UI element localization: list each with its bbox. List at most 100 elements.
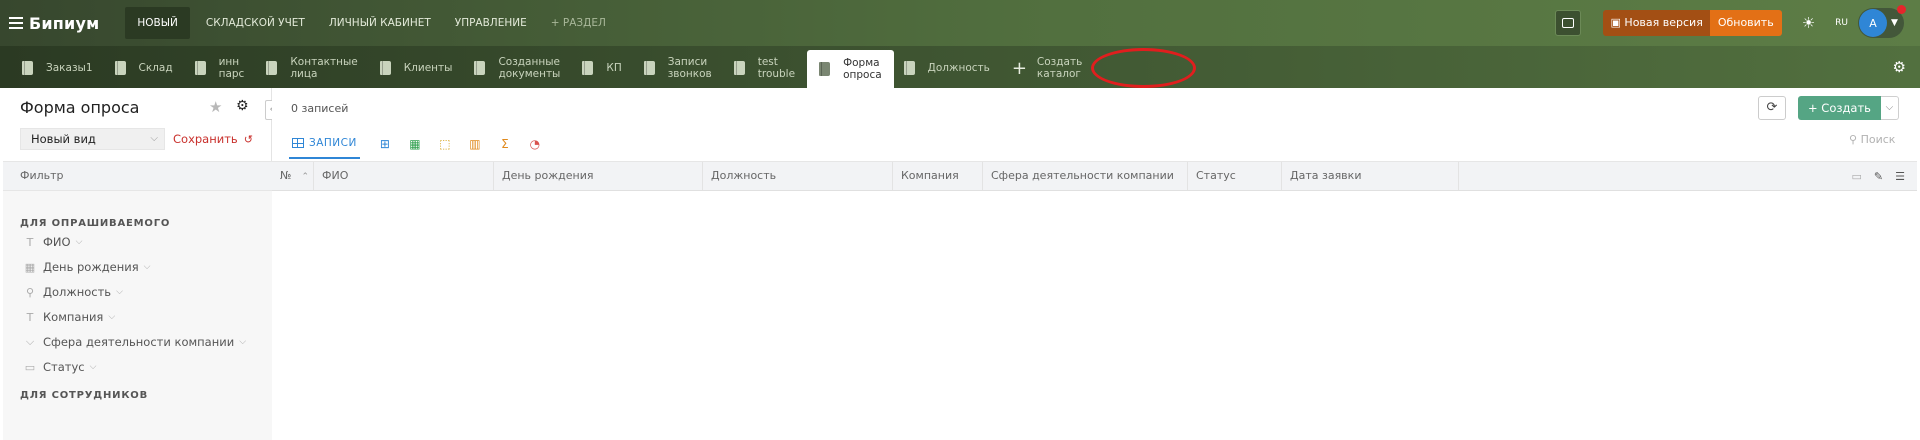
nav-item-management[interactable]: УПРАВЛЕНИЕ — [443, 7, 539, 39]
section-heading-employees: ДЛЯ СОТРУДНИКОВ — [20, 390, 149, 401]
tab-orders1[interactable]: Заказы1 — [12, 48, 105, 88]
notification-dot — [1897, 5, 1906, 14]
add-section-button[interactable]: + РАЗДЕЛ — [539, 7, 618, 39]
comment-icon[interactable]: ▭ — [1852, 170, 1862, 183]
user-menu[interactable]: A ▼ — [1858, 5, 1906, 38]
chevron-down-icon: ⌵ — [89, 362, 97, 372]
table-tools: ▭ ✎ ☰ — [1852, 170, 1906, 183]
tab-survey-form[interactable]: Форма опроса — [807, 50, 894, 88]
update-button[interactable]: Обновить — [1709, 10, 1782, 36]
sort-asc-icon[interactable]: ⌃ — [301, 172, 309, 182]
save-view-button[interactable]: Сохранить ↺ — [173, 128, 253, 151]
filter-item-position[interactable]: ⚲ Должность ⌵ — [23, 285, 123, 299]
column-header-company[interactable]: Компания — [893, 162, 983, 190]
catalog-icon — [474, 61, 486, 75]
settings-gear-icon[interactable]: ⚙ — [236, 98, 249, 114]
history-view-icon[interactable]: ◔ — [528, 137, 542, 151]
text-type-icon: T — [26, 235, 34, 249]
section-nav: НОВЫЙ СКЛАДСКОЙ УЧЕТ ЛИЧНЫЙ КАБИНЕТ УПРА… — [125, 0, 617, 46]
column-header-request-date[interactable]: Дата заявки — [1282, 162, 1459, 190]
column-header-birthday[interactable]: День рождения — [494, 162, 703, 190]
language-switch[interactable]: RU — [1835, 18, 1848, 28]
refresh-button[interactable]: ⟳ — [1758, 96, 1786, 120]
records-view-tab[interactable]: ЗАПИСИ — [289, 129, 360, 159]
tab-call-records[interactable]: Записи звонков — [634, 48, 724, 88]
filter-item-industry[interactable]: ⌵ Сфера деятельности компании ⌵ — [23, 335, 246, 349]
new-version-banner[interactable]: ▣ Новая версия Обновить — [1602, 10, 1782, 36]
column-header-position[interactable]: Должность — [703, 162, 893, 190]
lightbulb-icon[interactable]: ☀ — [1802, 14, 1815, 32]
tab-kp[interactable]: КП — [572, 48, 633, 88]
records-count: 0 записей — [291, 102, 349, 115]
header-actions: ▣ Новая версия Обновить ☀ RU A ▼ — [1554, 0, 1920, 46]
tab-clients[interactable]: Клиенты — [370, 48, 465, 88]
new-version-label: Новая версия — [1624, 16, 1703, 29]
column-header-number[interactable]: № ⌃ — [272, 162, 314, 190]
kanban-view-icon[interactable]: ▥ — [468, 137, 482, 151]
chat-button[interactable] — [1554, 10, 1581, 36]
column-header-industry[interactable]: Сфера деятельности компании — [983, 162, 1188, 190]
undo-icon[interactable]: ↺ — [244, 133, 253, 146]
dropdown-type-icon: ⌵ — [25, 335, 35, 348]
search-input[interactable]: ⚲ Поиск — [1849, 133, 1895, 146]
catalog-icon — [22, 61, 33, 75]
table-header: № ⌃ ФИО День рождения Должность Компания … — [272, 161, 1917, 191]
nav-item-new[interactable]: НОВЫЙ — [125, 7, 190, 39]
create-catalog-button[interactable]: + Создать каталог — [1002, 48, 1094, 88]
view-mode-tabs: ЗАПИСИ ⊞ ▦ ⬚ ▥ Σ ◔ — [289, 129, 550, 159]
filter-item-fio[interactable]: T ФИО ⌵ — [23, 235, 83, 249]
create-record-button[interactable]: + Создать ⌵ — [1798, 96, 1899, 120]
sum-view-icon[interactable]: Σ — [498, 137, 512, 151]
catalog-tabs: Заказы1 Склад инн парс Контактные лица К… — [0, 46, 1920, 88]
catalog-icon — [194, 61, 206, 75]
tiles-view-icon[interactable]: ⊞ — [378, 137, 392, 151]
status-type-icon: ▭ — [24, 360, 36, 374]
filter-list: ДЛЯ ОПРАШИВАЕМОГО T ФИО ⌵ ▦ День рождения ⌵ … — [3, 191, 272, 440]
edit-table-icon[interactable]: ✎ — [1874, 170, 1883, 183]
chevron-down-icon: ⌵ — [239, 337, 247, 347]
tab-contacts[interactable]: Контактные лица — [256, 48, 369, 88]
tab-created-documents[interactable]: Созданные документы — [464, 48, 572, 88]
link-icon: ⚲ — [25, 285, 35, 299]
filter-item-status[interactable]: ▭ Статус ⌵ — [23, 360, 97, 374]
gear-icon[interactable]: ⚙ — [1893, 58, 1906, 76]
chevron-down-icon: ⌵ — [108, 312, 116, 322]
caret-down-icon: ▼ — [1891, 18, 1898, 28]
section-heading-respondent: ДЛЯ ОПРАШИВАЕМОГО — [20, 218, 171, 229]
tab-warehouse[interactable]: Склад — [105, 48, 185, 88]
chevron-down-icon: ⌵ — [143, 262, 151, 272]
chevron-down-icon: ⌵ — [116, 287, 123, 297]
nav-item-cabinet[interactable]: ЛИЧНЫЙ КАБИНЕТ — [317, 7, 443, 39]
catalog-icon — [582, 61, 594, 75]
filter-item-company[interactable]: T Компания ⌵ — [23, 310, 116, 324]
calendar-view-icon[interactable]: ▦ — [408, 137, 422, 151]
chart-view-icon[interactable]: ⬚ — [438, 137, 452, 151]
chat-icon — [1561, 18, 1574, 28]
column-header-fio[interactable]: ФИО — [314, 162, 494, 190]
star-icon[interactable]: ★ — [209, 98, 222, 116]
calendar-icon: ▦ — [24, 260, 36, 274]
nav-item-warehouse[interactable]: СКЛАДСКОЙ УЧЕТ — [194, 7, 317, 39]
chevron-down-icon: ⌵ — [150, 133, 158, 144]
menu-icon[interactable] — [9, 17, 23, 29]
catalog-icon — [819, 62, 831, 76]
plus-icon: + — [1808, 101, 1822, 115]
catalog-icon — [379, 61, 391, 75]
catalog-icon — [114, 61, 126, 75]
filter-header: Фильтр — [3, 161, 272, 191]
left-panel: Форма опроса ★ ⚙ ‹ Новый вид ⌵ Сохранить… — [3, 88, 278, 440]
catalog-icon — [903, 61, 915, 75]
tab-test-trouble[interactable]: test trouble — [724, 48, 807, 88]
list-settings-icon[interactable]: ☰ — [1895, 170, 1905, 183]
records-area: 0 записей ЗАПИСИ ⊞ ▦ ⬚ ▥ Σ ◔ ⟳ + Создать… — [272, 88, 1917, 440]
filter-item-birthday[interactable]: ▦ День рождения ⌵ — [23, 260, 151, 274]
page-title: Форма опроса — [20, 98, 140, 117]
column-header-status[interactable]: Статус — [1188, 162, 1282, 190]
view-select[interactable]: Новый вид ⌵ — [20, 128, 165, 150]
catalog-icon — [733, 61, 745, 75]
create-dropdown-toggle[interactable]: ⌵ — [1880, 96, 1899, 120]
app-logo[interactable]: Бипиум — [29, 14, 99, 33]
tab-position[interactable]: Должность — [894, 48, 1002, 88]
plus-icon: + — [1011, 57, 1027, 79]
tab-inn-pars[interactable]: инн парс — [185, 48, 257, 88]
